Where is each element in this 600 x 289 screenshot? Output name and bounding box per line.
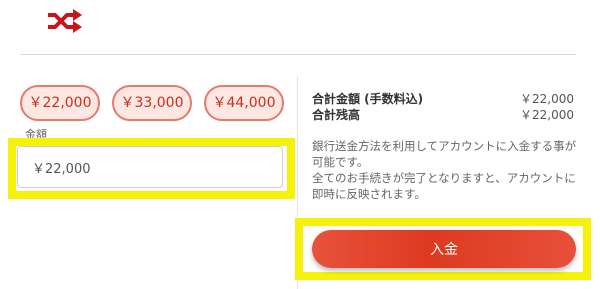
deposit-button[interactable]: 入金 xyxy=(312,230,576,268)
deposit-description: 銀行送金方法を利用してアカウントに入金する事が可能です。 全てのお手続きが完了と… xyxy=(312,138,578,202)
total-amount-row: 合計金額 (手数料込) ￥22,000 xyxy=(312,90,574,106)
total-balance-label: 合計残高 xyxy=(312,108,361,122)
preset-amount-44000[interactable]: ￥44,000 xyxy=(204,85,284,121)
shuffle-icon[interactable] xyxy=(44,6,86,36)
preset-amount-22000[interactable]: ￥22,000 xyxy=(20,85,100,121)
description-line-2: 全てのお手続きが完了となりますと、アカウントに即時に反映されます。 xyxy=(312,171,576,201)
header-divider xyxy=(20,54,576,55)
total-balance-row: 合計残高 ￥22,000 xyxy=(312,106,574,122)
amount-input[interactable] xyxy=(17,146,283,188)
total-amount-label: 合計金額 (手数料込) xyxy=(312,92,424,106)
top-bar xyxy=(0,0,600,55)
total-balance-value: ￥22,000 xyxy=(520,108,574,122)
total-amount-value: ￥22,000 xyxy=(520,92,574,106)
preset-amount-33000[interactable]: ￥33,000 xyxy=(112,85,192,121)
description-line-1: 銀行送金方法を利用してアカウントに入金する事が可能です。 xyxy=(312,139,577,169)
